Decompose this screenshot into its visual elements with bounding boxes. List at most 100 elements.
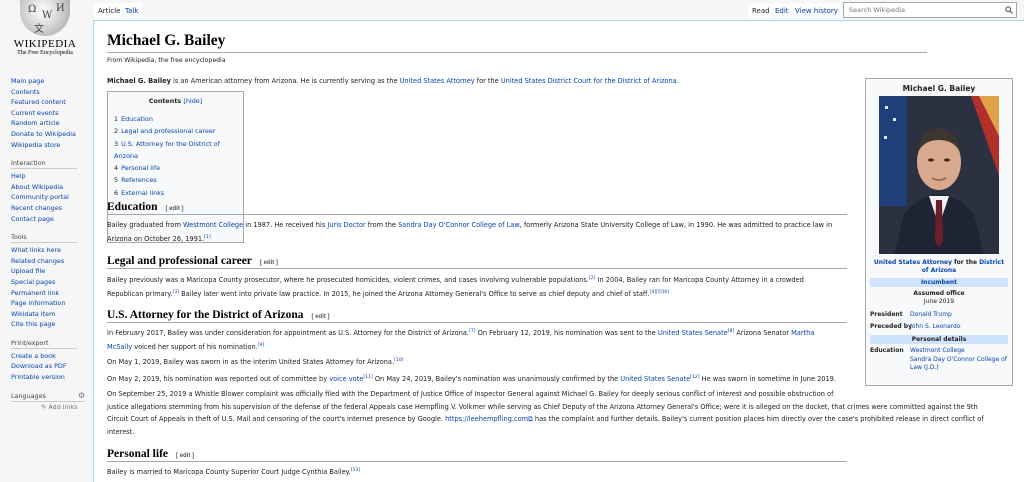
link-us-senate[interactable]: United States Senate — [658, 329, 728, 337]
sidebar-item-random[interactable]: Random article — [11, 118, 87, 129]
tab-read[interactable]: Read — [748, 3, 774, 20]
toc-item-personal[interactable]: 4 Personal life — [114, 162, 237, 174]
sidebar-interaction: Interaction Help About Wikipedia Communi… — [11, 158, 87, 224]
edit-section-link[interactable]: [ edit ] — [176, 453, 194, 459]
link-westmont[interactable]: Westmont College — [183, 221, 243, 229]
link-district-court[interactable]: United States District Court for the Dis… — [501, 77, 677, 85]
search-icon[interactable] — [1005, 6, 1013, 14]
text: justice allegations stemming from his su… — [107, 402, 978, 411]
sidebar-item-permanent[interactable]: Permanent link — [11, 288, 87, 299]
citation[interactable]: [12] — [690, 375, 699, 380]
citation[interactable]: [11] — [363, 375, 372, 380]
link-predecessor[interactable]: John S. Leonardo — [910, 323, 961, 330]
sidebar-item-community[interactable]: Community portal — [11, 192, 87, 203]
sidebar-item-wikidata[interactable]: Wikidata item — [11, 309, 87, 320]
tab-article[interactable]: Article — [94, 3, 125, 20]
sidebar-item-recent-changes[interactable]: Recent changes — [11, 203, 87, 214]
sidebar-item-featured[interactable]: Featured content — [11, 97, 87, 108]
portrait-photo[interactable] — [879, 96, 999, 254]
toc-number: 5 — [114, 176, 119, 185]
text: Bailey graduated from — [107, 221, 183, 229]
toc-label: Personal life — [121, 164, 161, 173]
add-links-label: Add links — [48, 402, 78, 411]
toc-item-education[interactable]: 1 Education — [114, 113, 237, 125]
text: He was sworn in sometime in June 2019. — [699, 375, 836, 384]
search-input[interactable]: Search Wikipedia — [843, 2, 1017, 18]
sidebar-item-printable[interactable]: Printable version — [11, 372, 87, 383]
toc-number: 6 — [114, 188, 119, 197]
toc-item-legal[interactable]: 2 Legal and professional career — [114, 125, 237, 137]
citation[interactable]: [10] — [394, 358, 403, 363]
section-heading-personal: Personal life [ edit ] — [107, 448, 847, 462]
link-voice-vote[interactable]: voice vote — [329, 375, 363, 383]
wikipedia-logo[interactable]: ΩWИ文 WIKIPEDIA The Free Encyclopedia — [6, 0, 84, 66]
sidebar-item-about[interactable]: About Wikipedia — [11, 182, 87, 193]
edit-section-link[interactable]: [ edit ] — [312, 314, 330, 320]
add-links-link[interactable]: ✎ Add links — [41, 402, 87, 412]
toc-hide-toggle[interactable]: [hide] — [183, 97, 202, 105]
sidebar-item-help[interactable]: Help — [11, 171, 87, 182]
sidebar-item-create-book[interactable]: Create a book — [11, 351, 87, 362]
toc-number: 2 — [114, 127, 119, 136]
edit-section-link[interactable]: [ edit ] — [166, 206, 184, 212]
tab-edit[interactable]: Edit — [771, 3, 793, 20]
link-martha-mcsally[interactable]: Martha — [791, 329, 814, 337]
portrait-illustration — [879, 96, 999, 254]
citation[interactable]: [9] — [258, 343, 265, 348]
wordmark: WIKIPEDIA — [13, 38, 77, 50]
sidebar-item-page-info[interactable]: Page information — [11, 298, 87, 309]
site-subtitle: From Wikipedia, the free encyclopedia — [107, 57, 226, 64]
text: On September 25, 2019 a Whistle Blower c… — [107, 390, 834, 398]
section-heading-us-attorney: U.S. Attorney for the District of Arizon… — [107, 309, 847, 323]
text: Arizona on October 26, 1991. — [107, 234, 205, 243]
citation[interactable]: [1] — [204, 235, 211, 240]
sidebar-tools: Tools What links here Related changes Up… — [11, 232, 87, 330]
edit-section-link[interactable]: [ edit ] — [260, 260, 278, 266]
gear-icon[interactable]: ⚙ — [78, 391, 85, 401]
text: Bailey is married to Maricopa County Sup… — [107, 468, 351, 477]
tab-view-history[interactable]: View history — [791, 3, 842, 20]
sidebar-item-special[interactable]: Special pages — [11, 277, 87, 288]
citation[interactable]: [4][5][6] — [650, 290, 670, 295]
text: In February 2017, Bailey was under consi… — [107, 329, 470, 338]
sidebar-item-donate[interactable]: Donate to Wikipedia — [11, 129, 87, 140]
row-label: President — [870, 311, 903, 318]
link-us-attorney[interactable]: United States Attorney — [874, 259, 952, 266]
toc-number: 3 — [114, 139, 119, 148]
link-juris-doctor[interactable]: Juris Doctor — [327, 221, 365, 229]
sidebar-print: Print/export Create a book Download as P… — [11, 338, 87, 383]
link-oconnor-law[interactable]: Sandra Day O'Connor College of Law — [398, 221, 520, 229]
text: On May 24, 2019, Bailey's nomination was… — [372, 375, 621, 384]
sidebar-heading: Tools — [11, 232, 77, 244]
link-us-senate[interactable]: United States Senate — [620, 375, 690, 383]
sidebar-item-what-links[interactable]: What links here — [11, 245, 87, 256]
sidebar-item-contents[interactable]: Contents — [11, 87, 87, 98]
toc-item-external[interactable]: 6 External links — [114, 187, 237, 199]
sidebar-item-store[interactable]: Wikipedia store — [11, 140, 87, 151]
incumbent-band: Incumbent — [870, 278, 1008, 287]
sidebar-item-related[interactable]: Related changes — [11, 256, 87, 267]
link-oconnor-law[interactable]: Sandra Day O'Connor College of Law (J.D.… — [910, 356, 1007, 372]
sidebar-item-current-events[interactable]: Current events — [11, 108, 87, 119]
sidebar-item-contact[interactable]: Contact page — [11, 214, 87, 225]
sidebar-item-pdf[interactable]: Download as PDF — [11, 361, 87, 372]
text: In 2004, Bailey ran for Maricopa County … — [595, 276, 804, 285]
us-attorney-paragraph-2: On May 1, 2019, Bailey was sworn in as t… — [107, 355, 857, 369]
external-link-hempfling[interactable]: https://leehempfling.com⧉ — [445, 415, 533, 423]
sidebar-heading: Interaction — [11, 158, 77, 170]
link-westmont[interactable]: Westmont College — [910, 347, 965, 354]
citation[interactable]: [13] — [351, 468, 360, 473]
toc-item-references[interactable]: 5 References — [114, 174, 237, 186]
link-president[interactable]: Donald Trump — [910, 311, 1010, 320]
toc-item-us-attorney[interactable]: 3 U.S. Attorney for the District of Arizo… — [114, 138, 237, 163]
incumbent-link[interactable]: Incumbent — [921, 279, 957, 286]
section-heading-legal: Legal and professional career [ edit ] — [107, 255, 847, 269]
tab-talk[interactable]: Talk — [121, 3, 143, 20]
text: Circuit Court of Appeals in theft of U.S… — [107, 415, 446, 423]
sidebar-item-main-page[interactable]: Main page — [11, 76, 87, 87]
link-us-attorney[interactable]: United States Attorney — [400, 77, 475, 85]
sidebar-item-upload[interactable]: Upload file — [11, 266, 87, 277]
link-martha-mcsally[interactable]: McSally — [107, 343, 132, 351]
sidebar-item-cite[interactable]: Cite this page — [11, 319, 87, 330]
toc-number: 4 — [114, 164, 119, 173]
